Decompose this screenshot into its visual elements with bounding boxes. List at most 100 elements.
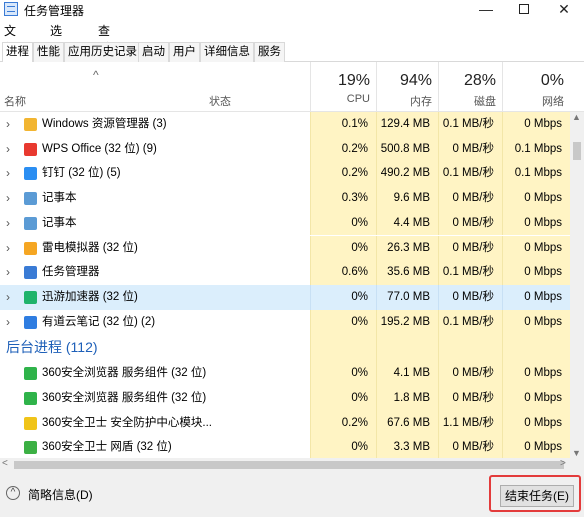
expand-chevron-icon[interactable]: ›: [6, 310, 10, 334]
process-list: › Windows 资源管理器 (3) 0.1% 129.4 MB 0.1 MB/秒 0 …: [0, 112, 570, 458]
xunyou-icon: [24, 290, 37, 304]
end-task-button[interactable]: 结束任务(E): [500, 485, 574, 507]
expand-chevron-icon[interactable]: ›: [6, 260, 10, 284]
process-mem: 500.8 MB: [376, 136, 438, 162]
expand-chevron-icon[interactable]: ›: [6, 137, 10, 161]
expand-chevron-icon[interactable]: ›: [6, 161, 10, 185]
process-disk: 0 MB/秒: [438, 386, 502, 411]
column-memory[interactable]: 94% 内存: [376, 62, 438, 112]
process-name: 360安全卫士 安全防护中心模块...: [42, 416, 212, 429]
youdao-icon: [24, 315, 37, 329]
column-status[interactable]: 状态: [209, 93, 231, 109]
horizontal-scroll-thumb[interactable]: [14, 461, 564, 469]
process-name: 360安全卫士 网盾 (32 位): [42, 441, 172, 454]
vertical-scroll-thumb[interactable]: [573, 142, 581, 160]
title-bar: 任务管理器 — ✕: [0, 0, 584, 20]
process-row[interactable]: › WPS Office (32 位) (9) 0.2% 500.8 MB 0 MB/秒…: [0, 136, 570, 162]
tab-startup[interactable]: 启动: [138, 42, 169, 62]
process-name: 360安全浏览器 服务组件 (32 位): [42, 367, 207, 380]
process-cpu: 0%: [310, 284, 376, 310]
process-name: 任务管理器: [42, 266, 100, 279]
process-mem: 77.0 MB: [376, 284, 438, 310]
scroll-right-icon[interactable]: >: [560, 458, 566, 469]
group-cell: [502, 334, 570, 362]
close-button[interactable]: ✕: [546, 0, 582, 20]
process-mem: 26.3 MB: [376, 235, 438, 261]
disk-total: 28%: [463, 72, 496, 89]
process-disk: 0 MB/秒: [438, 435, 502, 458]
tab-details[interactable]: 详细信息: [200, 42, 254, 62]
process-row[interactable]: 360安全浏览器 服务组件 (32 位) 0% 4.1 MB 0 MB/秒 0 Mbps: [0, 361, 570, 386]
expand-chevron-icon[interactable]: ›: [6, 285, 10, 309]
group-cell: [376, 334, 438, 362]
process-cpu: 0%: [310, 235, 376, 261]
360browser-icon: [24, 367, 37, 381]
process-name: 记事本: [42, 192, 77, 205]
process-net: 0 Mbps: [502, 309, 570, 335]
taskmgr-icon: [24, 266, 37, 280]
tab-bar: 进程 性能 应用历史记录 启动 用户 详细信息 服务: [0, 42, 584, 63]
process-row[interactable]: › 记事本 0% 4.4 MB 0 MB/秒 0 Mbps: [0, 210, 570, 236]
network-label: 网络: [542, 96, 564, 108]
column-header: ^ 名称 状态 19% CPU 94% 内存 28% 磁盘 0% 网络: [0, 62, 584, 112]
process-row[interactable]: › 雷电模拟器 (32 位) 0% 26.3 MB 0 MB/秒 0 Mbps: [0, 235, 570, 261]
network-total: 0%: [540, 72, 564, 89]
tab-performance[interactable]: 性能: [33, 42, 64, 62]
process-disk: 0 MB/秒: [438, 235, 502, 261]
process-name: 360安全浏览器 服务组件 (32 位): [42, 392, 207, 404]
process-disk: 0.1 MB/秒: [438, 112, 502, 137]
process-net: 0 Mbps: [502, 210, 570, 236]
expand-chevron-icon[interactable]: ›: [6, 112, 10, 136]
window-title: 任务管理器: [24, 4, 85, 18]
process-row[interactable]: › 迅游加速器 (32 位) 0% 77.0 MB 0 MB/秒 0 Mbps: [0, 284, 570, 310]
process-row[interactable]: 360安全浏览器 服务组件 (32 位) 0% 1.8 MB 0 MB/秒 0 Mbps: [0, 386, 570, 411]
process-net: 0 Mbps: [502, 361, 570, 386]
process-cpu: 0%: [310, 386, 376, 411]
process-row[interactable]: 360安全卫士 网盾 (32 位) 0% 3.3 MB 0 MB/秒 0 Mbps: [0, 435, 570, 458]
process-disk: 0 MB/秒: [438, 186, 502, 211]
process-name: Windows 资源管理器 (3): [42, 118, 167, 130]
disk-label: 磁盘: [474, 96, 496, 108]
tab-app-history[interactable]: 应用历史记录: [64, 42, 141, 62]
process-row[interactable]: 360安全卫士 安全防护中心模块... 0.2% 67.6 MB 1.1 MB/秒 0 …: [0, 410, 570, 436]
background-processes-group[interactable]: 后台进程 (112): [0, 334, 570, 362]
process-mem: 129.4 MB: [376, 112, 438, 137]
cpu-total: 19%: [337, 72, 370, 89]
process-cpu: 0.3%: [310, 186, 376, 211]
group-title: 后台进程 (112): [6, 339, 98, 356]
process-mem: 4.4 MB: [376, 210, 438, 236]
process-row[interactable]: › 记事本 0.3% 9.6 MB 0 MB/秒 0 Mbps: [0, 186, 570, 211]
fewer-details-link[interactable]: 简略信息(D): [28, 486, 93, 503]
scroll-left-icon[interactable]: <: [2, 458, 8, 469]
360safe-icon: [24, 416, 37, 430]
process-disk: 0.1 MB/秒: [438, 309, 502, 335]
tab-users[interactable]: 用户: [169, 42, 200, 62]
column-network[interactable]: 0% 网络: [502, 62, 570, 112]
process-row[interactable]: › 有道云笔记 (32 位) (2) 0% 195.2 MB 0.1 MB/秒 0 Mbp…: [0, 309, 570, 335]
notepad-icon: [24, 192, 37, 206]
process-net: 0 Mbps: [502, 410, 570, 436]
expand-chevron-icon[interactable]: ›: [6, 236, 10, 260]
scroll-up-icon[interactable]: ▲: [572, 112, 581, 122]
chevron-up-icon[interactable]: ^: [6, 486, 20, 500]
sort-up-icon: ^: [93, 68, 99, 82]
process-row[interactable]: › Windows 资源管理器 (3) 0.1% 129.4 MB 0.1 MB/秒 0 …: [0, 112, 570, 137]
tab-processes[interactable]: 进程: [2, 42, 33, 63]
process-row[interactable]: › 任务管理器 0.6% 35.6 MB 0.1 MB/秒 0 Mbps: [0, 260, 570, 285]
process-cpu: 0%: [310, 435, 376, 458]
scroll-down-icon[interactable]: ▼: [572, 448, 581, 458]
minimize-button[interactable]: —: [468, 0, 504, 20]
group-cell: [310, 334, 376, 362]
maximize-button[interactable]: [506, 0, 542, 20]
column-disk[interactable]: 28% 磁盘: [438, 62, 502, 112]
column-cpu[interactable]: 19% CPU: [310, 62, 376, 112]
horizontal-scrollbar[interactable]: < >: [0, 458, 584, 472]
tab-services[interactable]: 服务: [254, 42, 285, 62]
process-name: 雷电模拟器 (32 位): [42, 241, 138, 254]
process-name: 迅游加速器 (32 位): [42, 290, 138, 303]
process-row[interactable]: › 钉钉 (32 位) (5) 0.2% 490.2 MB 0.1 MB/秒 0.1 Mb…: [0, 161, 570, 187]
expand-chevron-icon[interactable]: ›: [6, 211, 10, 235]
column-name[interactable]: 名称: [4, 93, 26, 109]
vertical-scrollbar[interactable]: ▲ ▼: [570, 112, 584, 458]
expand-chevron-icon[interactable]: ›: [6, 186, 10, 210]
